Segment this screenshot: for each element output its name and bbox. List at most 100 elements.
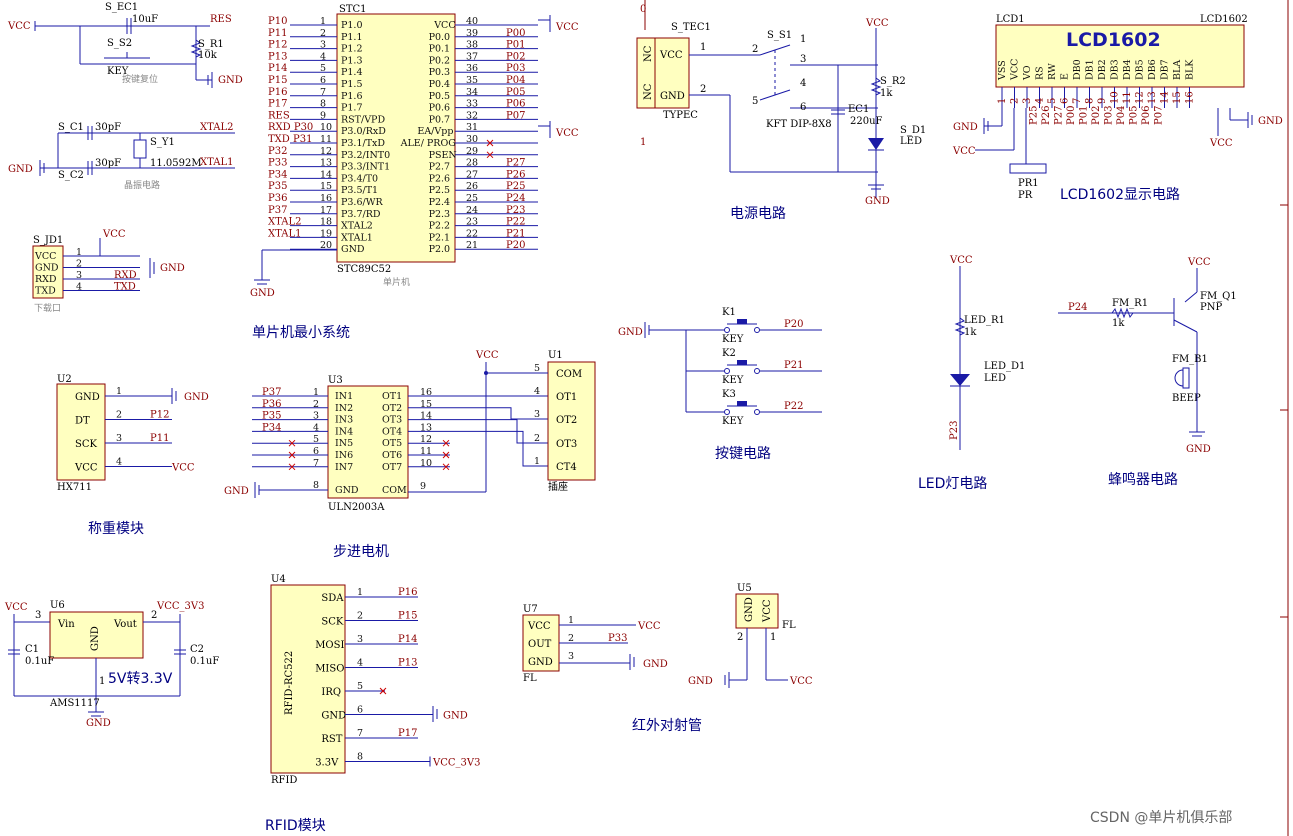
section-title-ir: 红外对射管 (632, 718, 702, 734)
gnd-label: GND (688, 676, 713, 687)
net-label: P27 (506, 158, 525, 169)
section-title-rfid: RFID模块 (265, 818, 326, 834)
net-label: P34 (268, 169, 287, 180)
lcd-net-label: P04 (1116, 106, 1127, 125)
section-title-power: 电源电路 (730, 206, 786, 222)
pin-number: 36 (466, 63, 478, 74)
svg-text:VCC: VCC (659, 50, 683, 61)
lcd-pin-name: DB0 (1072, 59, 1083, 80)
lcd-net-label: P02 (1091, 106, 1102, 125)
pin-number: 19 (320, 228, 332, 239)
vcc-label: VCC (952, 146, 976, 157)
kft-label: KFT DIP-8X8 (766, 119, 832, 130)
lcd-pin-number: 16 (1185, 91, 1196, 104)
pin-number: 26 (466, 181, 478, 192)
regulator-ams1117: VCC 3 U6 Vin Vout GND 2 VCC_3V3 C1 0.1uF… (4, 600, 219, 729)
pin-name: VCC (74, 463, 98, 474)
key-circuit: GND K1 KEY P20 K2 KEY P21 K3 KEY P22 (618, 307, 822, 427)
pin-name: P0.4 (429, 79, 451, 90)
rfid-body: RFID-RC522 (284, 651, 295, 715)
net-label: TXD (114, 282, 136, 293)
pin-name: P1.6 (341, 91, 363, 102)
key-type: KEY (722, 416, 744, 427)
net-label: P23 (506, 205, 525, 216)
frame-tick-label: 0 (640, 4, 646, 15)
svg-text:1: 1 (99, 676, 105, 687)
pin-name: TXD (35, 286, 56, 297)
pin-number: 5 (357, 681, 363, 692)
pin-number: 29 (466, 146, 478, 157)
pin-name: VCC (34, 251, 56, 262)
sr1-ref: S_R1 (198, 39, 224, 50)
pin-number: 40 (466, 16, 478, 27)
pin-name: XTAL1 (341, 232, 373, 243)
net-label: P25 (506, 181, 525, 192)
pin-name: IN5 (335, 438, 353, 449)
net-label: RES (268, 110, 290, 121)
gnd-label: GND (160, 263, 185, 274)
pin-name: P1.1 (341, 32, 363, 43)
watermark: CSDN @单片机俱乐部 (1090, 810, 1232, 826)
pin-name: P2.4 (429, 197, 451, 208)
net-label: P17 (268, 99, 287, 110)
net-label: P20 (506, 240, 525, 251)
pin-number: 2 (76, 259, 82, 270)
pin-name: COM (556, 369, 582, 380)
pin-number: 14 (320, 169, 332, 180)
pin-number: 35 (466, 75, 478, 86)
pin-name: P3.6/WR (341, 197, 383, 208)
pin-number: 3 (116, 433, 122, 444)
sy1-ref: S_Y1 (150, 137, 175, 148)
mcu-caption: 单片机 (383, 276, 410, 288)
net-label: VCC_3V3 (432, 758, 480, 769)
lcd1602-display: LCD1 LCD1602 LCD1602 VSS 1 VCC 2 VO 3 RS 4 P25 RW… (952, 14, 1283, 201)
pin-name: P1.0 (341, 20, 363, 31)
pin-name: GND (341, 244, 365, 255)
power-circuit: S_TEC1 NC VCC NC GND TYPEC 1 2 S_S1 2 1 … (636, 18, 926, 207)
pin-number: 25 (466, 193, 478, 204)
pin-name: P3.7/RD (341, 209, 381, 220)
reset-caption: 按键复位 (122, 73, 158, 85)
net-label: P13 (398, 658, 417, 669)
lcd-pin-number: 7 (1072, 98, 1083, 104)
pin-number: 2 (357, 611, 363, 622)
key-type: KEY (722, 334, 744, 345)
regulator-caption: 5V转3.3V (108, 671, 173, 687)
pin-number: 8 (313, 480, 319, 491)
vcc-label: VCC (555, 128, 579, 139)
svg-text:GND: GND (744, 597, 755, 622)
typec-label: TYPEC (663, 110, 698, 121)
net-label: P02 (506, 51, 525, 62)
net-label: P11 (268, 28, 287, 39)
lcd-net-label: P27 (1054, 106, 1065, 125)
pin-name: GND (335, 485, 359, 496)
net-label: P14 (398, 634, 417, 645)
net-label: P03 (506, 63, 525, 74)
pin-name: SCK (321, 617, 344, 628)
key-cap (737, 360, 747, 365)
net-label: P17 (398, 728, 417, 739)
buzzer-circuit: VCC P24 FM_R1 1k FM_Q1 PNP FM_B1 BEEP GN… (1058, 257, 1237, 455)
lcd-net-label: P07 (1154, 106, 1165, 125)
ledr1-value: 1k (964, 327, 977, 338)
pin-number: 2 (534, 433, 540, 444)
pin-name: OT6 (382, 450, 402, 461)
c2-value: 0.1uF (190, 656, 219, 667)
stc-value: STC89C52 (337, 264, 391, 275)
net-label: P22 (784, 401, 803, 412)
section-title-keys: 按键电路 (715, 446, 771, 462)
pin-name: OT2 (556, 415, 577, 426)
c2-ref: C2 (190, 644, 204, 655)
pr1-value: PR (1018, 190, 1033, 201)
lcd-value: LCD1602 (1200, 14, 1248, 25)
net-label: P35 (268, 181, 287, 192)
ir-sensor-u5: U5 GND VCC FL 2 1 GND VCC (688, 583, 813, 688)
lcd-pin-name: DB6 (1147, 59, 1158, 80)
stepper-socket: U1 COM 5 OT1 4 OT2 3 OT3 2 CT4 1 插座 VCC (408, 350, 596, 493)
sjd1-ref: S_JD1 (33, 235, 63, 246)
pin-name: SDA (321, 593, 344, 604)
pin-number: 3 (534, 409, 540, 420)
hx711-label: HX711 (57, 482, 92, 493)
ledr-net: P23 (949, 421, 960, 440)
svg-text:1: 1 (700, 42, 706, 53)
